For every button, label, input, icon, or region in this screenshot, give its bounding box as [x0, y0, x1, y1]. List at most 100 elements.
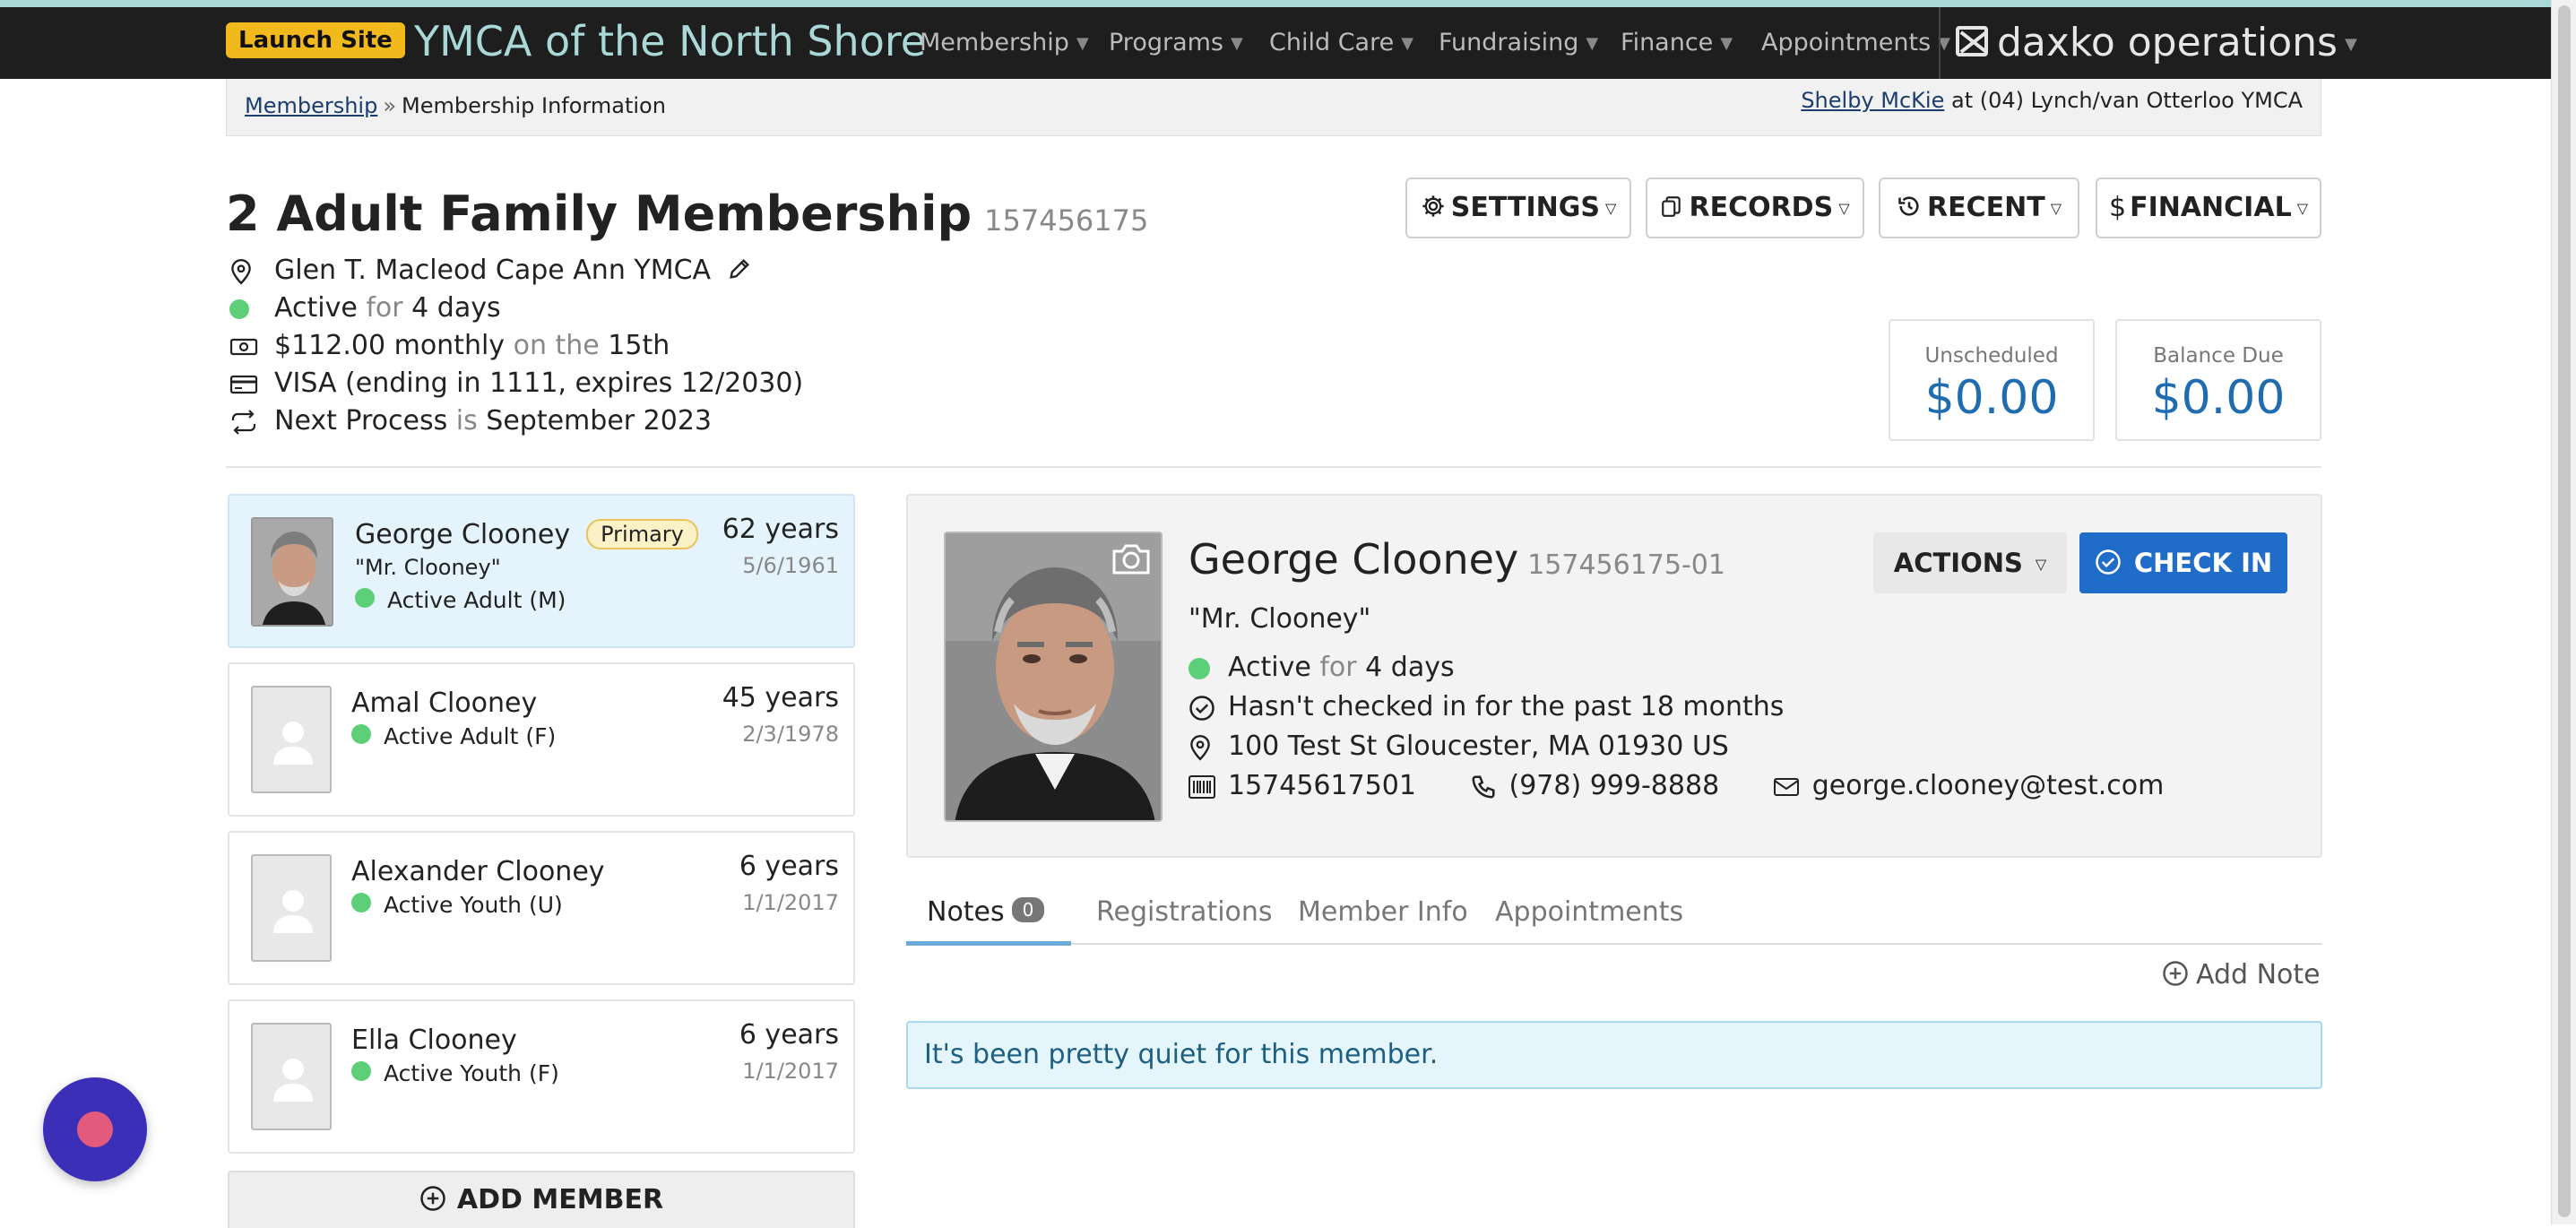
detail-member-id: 157456175-01 — [1527, 549, 1725, 581]
member-detail-panel: George Clooney 157456175-01 "Mr. Clooney"… — [906, 494, 2322, 858]
nav-appointments[interactable]: Appointments ▼ — [1761, 27, 1950, 60]
nav-divider — [1939, 7, 1941, 79]
money-icon — [229, 329, 262, 365]
member-phone[interactable]: (978) 999-8888 — [1509, 770, 1720, 801]
nav-membership[interactable]: Membership ▼ — [920, 27, 1089, 60]
gear-icon — [1422, 195, 1444, 217]
add-note-button[interactable]: Add Note — [2162, 959, 2321, 990]
launch-site-button[interactable]: Launch Site — [226, 22, 405, 58]
dollar-icon: $ — [2108, 192, 2127, 223]
chevron-down-icon: ▼ — [1231, 33, 1243, 53]
status-active-dot — [351, 893, 371, 912]
member-card-ella[interactable]: Ella Clooney Active Youth (F) 6 years 1/… — [228, 999, 855, 1154]
avatar-placeholder-icon — [251, 854, 332, 962]
member-nickname: "Mr. Clooney" — [355, 555, 501, 580]
envelope-icon — [1773, 769, 1800, 805]
member-status: Active Adult (M) — [355, 587, 566, 613]
camera-icon[interactable] — [1111, 540, 1152, 580]
status-active-dot — [355, 588, 375, 608]
chevron-down-icon: ▼ — [1401, 33, 1414, 53]
tab-registrations[interactable]: Registrations — [1096, 896, 1273, 928]
member-card-amal[interactable]: Amal Clooney Active Adult (F) 45 years 2… — [228, 662, 855, 817]
chevron-down-icon: ▼ — [1076, 33, 1089, 53]
notes-count-badge: 0 — [1011, 896, 1045, 922]
member-name: George Clooney — [355, 519, 571, 550]
member-photo-large[interactable] — [944, 532, 1163, 822]
member-barcode: 15745617501 — [1228, 770, 1416, 801]
balance-due[interactable]: Balance Due $0.00 — [2115, 319, 2321, 441]
detail-nickname: "Mr. Clooney" — [1189, 603, 1371, 635]
member-tabs: Notes 0 Registrations Member Info Appoint… — [906, 887, 2322, 946]
check-circle-icon — [1189, 690, 1215, 726]
member-name: Alexander Clooney — [351, 856, 605, 887]
site-name[interactable]: YMCA of the North Shore — [414, 16, 926, 66]
nav-programs[interactable]: Programs ▼ — [1109, 27, 1243, 60]
active-tab-indicator — [906, 941, 1071, 946]
actions-button[interactable]: ACTIONS ▽ — [1873, 532, 2067, 593]
chat-widget-button[interactable] — [43, 1077, 147, 1181]
branch-line: Glen T. Macleod Cape Ann YMCA — [229, 253, 752, 290]
member-dob: 1/1/2017 — [742, 1059, 839, 1084]
member-email[interactable]: george.clooney@test.com — [1812, 770, 2165, 801]
tab-appointments[interactable]: Appointments — [1495, 896, 1683, 928]
financial-button[interactable]: $ FINANCIAL ▽ — [2096, 177, 2321, 238]
chat-icon — [77, 1111, 113, 1147]
tab-member-info[interactable]: Member Info — [1298, 896, 1468, 928]
detail-checkin-note: Hasn't checked in for the past 18 months — [1189, 689, 1784, 726]
member-age: 62 years — [722, 514, 839, 545]
nav-fundraising[interactable]: Fundraising ▼ — [1439, 27, 1598, 60]
history-icon — [1898, 195, 1919, 216]
avatar-placeholder-icon — [251, 686, 332, 793]
add-member-button[interactable]: ADD MEMBER — [228, 1171, 855, 1228]
page-scrollbar[interactable] — [2551, 0, 2576, 1224]
detail-contact-row: 15745617501 (978) 999-8888 george.cloone… — [1189, 768, 2164, 805]
detail-address: 100 Test St Gloucester, MA 01930 US — [1189, 729, 1729, 765]
chevron-down-icon: ▼ — [1720, 33, 1733, 53]
map-pin-icon — [229, 254, 262, 290]
chevron-down-icon: ▼ — [2344, 35, 2357, 54]
user-location: Shelby McKie at (04) Lynch/van Otterloo … — [1801, 88, 2303, 113]
member-age: 6 years — [739, 1019, 839, 1051]
envelope-logo-icon — [1956, 26, 1988, 56]
records-button[interactable]: RECORDS ▽ — [1646, 177, 1864, 238]
top-nav-bar: Launch Site YMCA of the North Shore Memb… — [0, 0, 2576, 79]
member-card-george[interactable]: George Clooney Primary "Mr. Clooney" Acti… — [228, 494, 855, 648]
payment-card-line: VISA (ending in 1111, expires 12/2030) — [229, 366, 803, 402]
copy-icon — [1662, 195, 1681, 217]
status-active-dot — [351, 724, 371, 744]
settings-button[interactable]: SETTINGS ▽ — [1405, 177, 1631, 238]
chevron-down-icon: ▽ — [2296, 199, 2308, 217]
member-status: Active Youth (U) — [351, 892, 563, 918]
chevron-down-icon: ▽ — [1604, 199, 1617, 217]
nav-child-care[interactable]: Child Care ▼ — [1269, 27, 1413, 60]
brand-menu[interactable]: daxko operations ▼ — [1956, 20, 2357, 68]
member-photo — [251, 517, 333, 627]
chevron-down-icon: ▽ — [2050, 199, 2062, 217]
membership-id: 157456175 — [984, 203, 1149, 238]
check-in-button[interactable]: CHECK IN — [2079, 532, 2287, 593]
avatar-placeholder-icon — [251, 1023, 332, 1130]
recent-button[interactable]: RECENT ▽ — [1879, 177, 2079, 238]
edit-pencil-icon[interactable] — [727, 255, 752, 286]
member-name: Ella Clooney — [351, 1025, 517, 1056]
credit-card-icon — [229, 367, 262, 402]
member-dob: 1/1/2017 — [742, 890, 839, 915]
member-dob: 5/6/1961 — [742, 553, 839, 578]
barcode-icon — [1189, 769, 1215, 805]
unscheduled-balance[interactable]: Unscheduled $0.00 — [1889, 319, 2095, 441]
member-card-alexander[interactable]: Alexander Clooney Active Youth (U) 6 yea… — [228, 831, 855, 985]
member-status: Active Youth (F) — [351, 1060, 559, 1086]
detail-status: Active for 4 days — [1189, 650, 1455, 687]
breadcrumb-membership-link[interactable]: Membership — [245, 93, 377, 118]
member-dob: 2/3/1978 — [742, 722, 839, 747]
branch-name: Glen T. Macleod Cape Ann YMCA — [274, 255, 712, 286]
next-process-line: Next Process is September 2023 — [229, 403, 712, 440]
breadcrumb: Membership» Membership Information — [245, 93, 666, 118]
detail-member-name: George Clooney — [1189, 535, 1519, 584]
billing-line: $112.00 monthly on the 15th — [229, 328, 670, 365]
user-name-link[interactable]: Shelby McKie — [1801, 88, 1944, 113]
member-age: 45 years — [722, 682, 839, 713]
tab-notes[interactable]: Notes 0 — [927, 896, 1045, 928]
scrollbar-thumb[interactable] — [2558, 5, 2571, 1217]
nav-finance[interactable]: Finance ▼ — [1621, 27, 1733, 60]
